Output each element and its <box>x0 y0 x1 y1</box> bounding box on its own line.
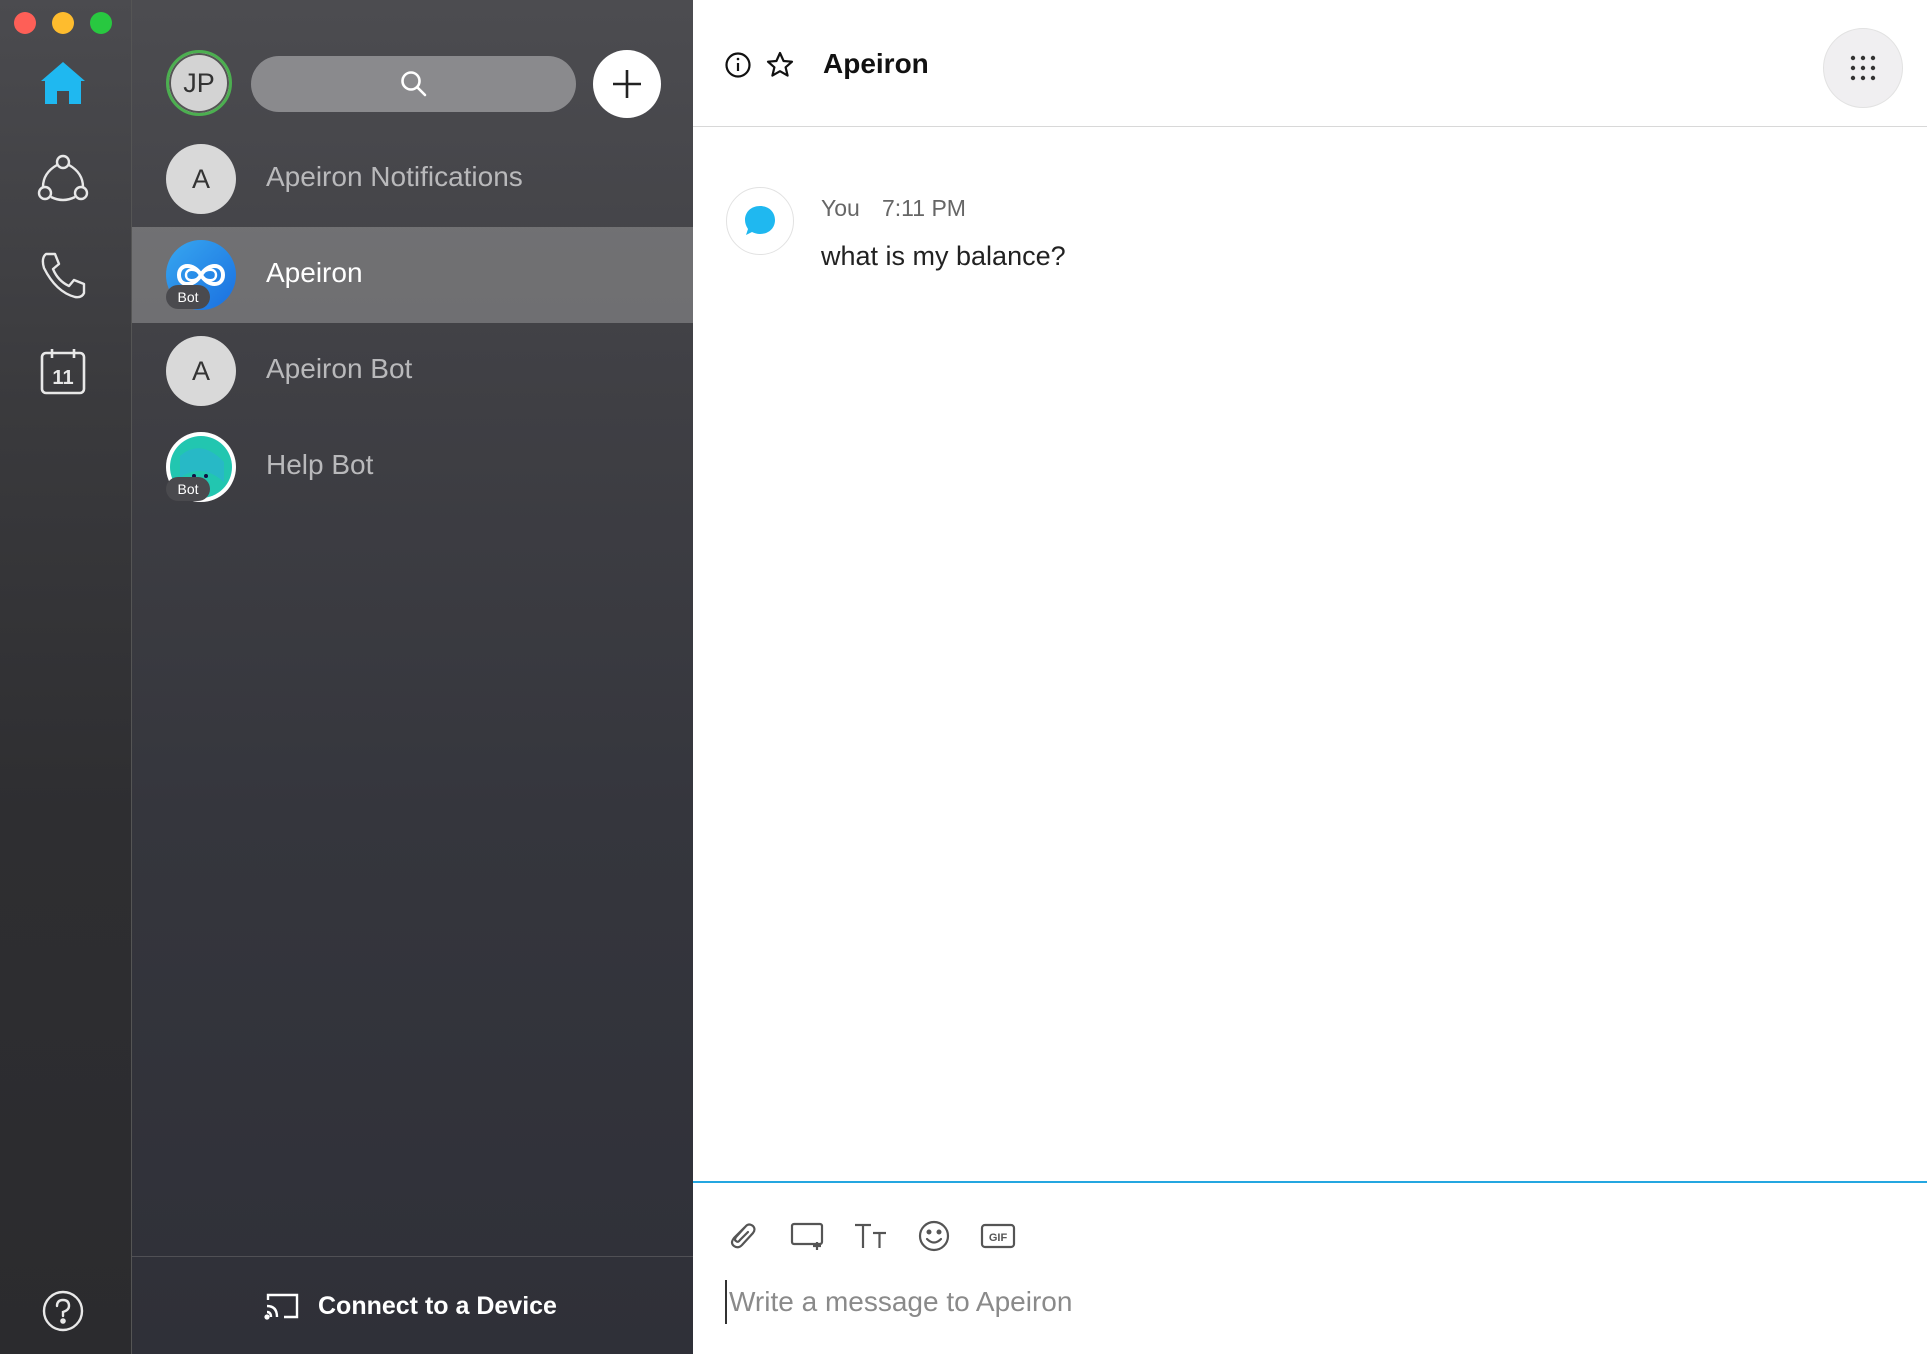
conversation-name: Apeiron Notifications <box>266 161 523 192</box>
message-input[interactable] <box>725 1280 1885 1324</box>
message-sender: You <box>821 195 860 221</box>
cast-icon <box>264 1293 299 1320</box>
connect-device-button[interactable]: Connect to a Device <box>264 1286 557 1326</box>
chat-pane: Apeiron You 7:11 PM what is my balance? <box>693 0 1927 1354</box>
gif-label: GIF <box>989 1232 1008 1244</box>
conversation-name: Apeiron Bot <box>266 353 413 384</box>
avatar-letter: A <box>191 163 210 194</box>
bot-badge: Bot <box>166 285 210 309</box>
info-icon[interactable] <box>723 50 753 80</box>
user-avatar[interactable]: JP <box>166 50 232 116</box>
conversation-name: Help Bot <box>266 449 374 480</box>
minimize-window-button[interactable] <box>52 12 74 34</box>
conversation-item-apeiron-bot[interactable]: A Apeiron Bot <box>132 323 693 419</box>
teams-icon[interactable] <box>34 150 92 208</box>
message-timestamp: 7:11 PM <box>882 195 966 221</box>
star-icon[interactable] <box>765 50 795 80</box>
connect-device-label: Connect to a Device <box>318 1291 557 1320</box>
message-text: what is my balance? <box>821 241 1066 271</box>
chat-bubble-icon <box>745 206 775 235</box>
conversation-item-apeiron-notifications[interactable]: A Apeiron Notifications <box>132 131 693 227</box>
search-icon <box>400 71 426 97</box>
bot-badge: Bot <box>166 477 210 501</box>
zoom-window-button[interactable] <box>90 12 112 34</box>
text-format-icon[interactable] <box>852 1217 890 1255</box>
add-button[interactable] <box>593 50 661 118</box>
window-controls <box>14 12 112 34</box>
avatar-letter: A <box>191 355 210 386</box>
chat-title: Apeiron <box>823 48 929 79</box>
grid-icon <box>1850 55 1876 81</box>
conversation-item-apeiron[interactable]: Bot Apeiron <box>132 227 693 323</box>
conversation-item-help-bot[interactable]: Bot Help Bot <box>132 419 693 515</box>
apps-button[interactable] <box>1823 28 1903 108</box>
gif-icon[interactable]: GIF <box>978 1217 1018 1255</box>
home-icon[interactable] <box>34 54 92 112</box>
close-window-button[interactable] <box>14 12 36 34</box>
calendar-date: 11 <box>52 367 73 389</box>
help-icon[interactable] <box>34 1282 92 1340</box>
avatar: A <box>166 144 236 214</box>
whiteboard-icon[interactable] <box>788 1217 828 1255</box>
calendar-icon[interactable]: 11 <box>34 342 92 400</box>
plus-icon <box>613 70 641 98</box>
avatar: A <box>166 336 236 406</box>
chat-header: Apeiron <box>693 0 1927 127</box>
user-initials: JP <box>183 67 215 98</box>
attach-icon[interactable] <box>723 1217 761 1255</box>
app-rail: 11 <box>0 0 132 1354</box>
search-input[interactable] <box>251 56 576 112</box>
emoji-icon[interactable] <box>915 1217 953 1255</box>
message-avatar <box>726 187 794 255</box>
conversation-name: Apeiron <box>266 257 363 288</box>
composer-divider <box>693 1181 1927 1183</box>
conversation-list-panel: JP A Apeiron Notifications Bot Apeiron A… <box>132 0 693 1354</box>
phone-icon[interactable] <box>34 246 92 304</box>
divider <box>132 1256 693 1257</box>
